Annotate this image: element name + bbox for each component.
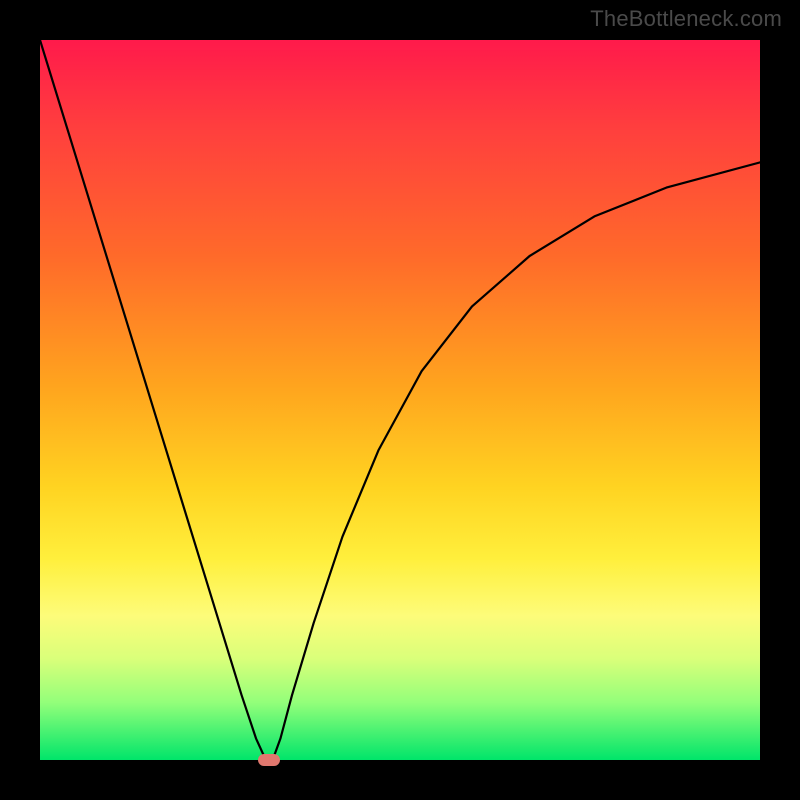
watermark-text: TheBottleneck.com xyxy=(590,6,782,32)
minimum-marker xyxy=(258,754,280,766)
bottleneck-curve xyxy=(40,40,760,760)
plot-area xyxy=(40,40,760,760)
chart-frame: TheBottleneck.com xyxy=(0,0,800,800)
